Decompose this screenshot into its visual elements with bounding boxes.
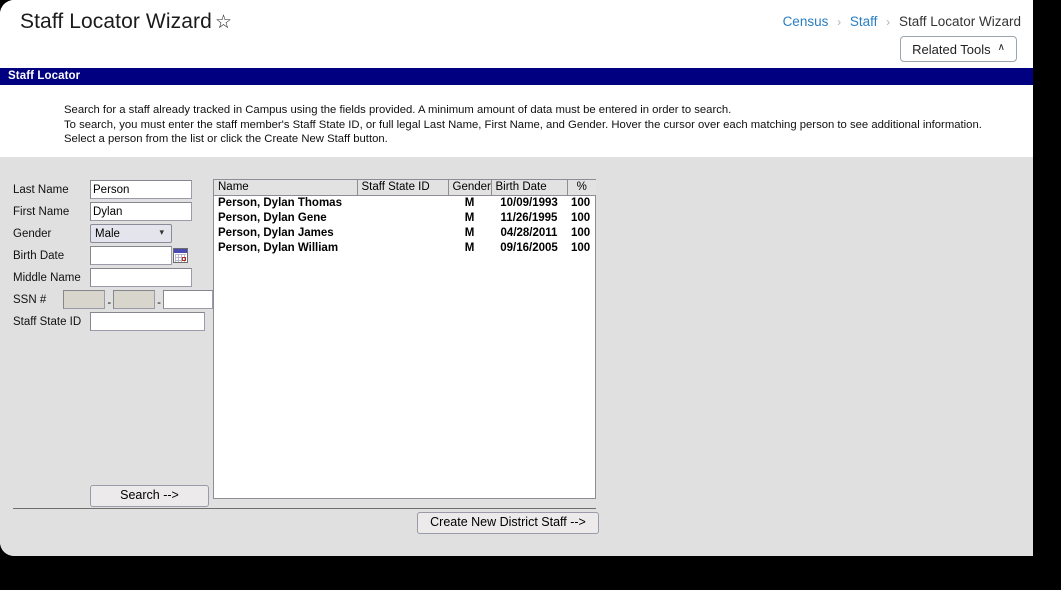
table-row[interactable]: Person, Dylan James M 04/28/2011 100	[214, 226, 596, 241]
cell-birth-date: 09/16/2005	[500, 242, 558, 254]
first-name-label: First Name	[13, 205, 70, 218]
page-header: Staff Locator Wizard ☆ Census › Staff › …	[0, 0, 1033, 68]
related-tools-button[interactable]: Related Tools ∧	[900, 36, 1017, 62]
instructions-line-2: To search, you must enter the staff memb…	[64, 119, 982, 145]
cell-birth-date: 10/09/1993	[500, 197, 558, 209]
column-header-percent[interactable]: %	[567, 180, 596, 196]
middle-name-input[interactable]	[90, 268, 192, 287]
ssn-part-3-input[interactable]	[163, 290, 213, 309]
middle-name-label: Middle Name	[13, 271, 81, 284]
chevron-right-icon: ›	[837, 15, 842, 29]
cell-name: Person, Dylan Gene	[218, 212, 327, 224]
form-row-first-name: First Name	[13, 201, 213, 222]
star-icon[interactable]: ☆	[215, 13, 232, 32]
breadcrumb-item-staff[interactable]: Staff	[850, 14, 878, 29]
form-row-gender: Gender Male ▾	[13, 223, 213, 244]
instructions-line-1: Search for a staff already tracked in Ca…	[64, 104, 732, 116]
application-window: Staff Locator Wizard ☆ Census › Staff › …	[0, 0, 1033, 556]
search-results-panel: Name Staff State ID Gender Birth Date % …	[213, 179, 596, 499]
results-header-row: Name Staff State ID Gender Birth Date %	[214, 180, 596, 196]
ssn-part-1-input	[63, 290, 106, 309]
cell-percent: 100	[571, 242, 591, 254]
ssn-field-group: - -	[63, 290, 213, 309]
form-row-middle-name: Middle Name	[13, 267, 213, 288]
table-row[interactable]: Person, Dylan Gene M 11/26/1995 100	[214, 211, 596, 226]
ssn-separator: -	[157, 296, 161, 309]
breadcrumb: Census › Staff › Staff Locator Wizard	[783, 14, 1021, 29]
table-row[interactable]: Person, Dylan Thomas M 10/09/1993 100	[214, 195, 596, 211]
cell-percent: 100	[571, 197, 591, 209]
form-row-birth-date: Birth Date	[13, 245, 213, 266]
cell-birth-date: 04/28/2011	[500, 227, 558, 239]
cell-name: Person, Dylan Thomas	[218, 197, 342, 209]
cell-percent: 100	[571, 227, 591, 239]
form-row-last-name: Last Name	[13, 179, 213, 200]
column-header-name[interactable]: Name	[214, 180, 358, 196]
column-header-birth-date[interactable]: Birth Date	[491, 180, 568, 196]
related-tools-label: Related Tools	[912, 41, 991, 57]
search-results-table: Name Staff State ID Gender Birth Date % …	[214, 180, 596, 256]
cell-name: Person, Dylan William	[218, 242, 339, 254]
cell-staff-state-id	[357, 226, 448, 241]
calendar-icon[interactable]	[173, 248, 188, 263]
chevron-up-icon: ∧	[997, 42, 1005, 53]
table-row[interactable]: Person, Dylan William M 09/16/2005 100	[214, 241, 596, 256]
staff-state-id-label: Staff State ID	[13, 315, 82, 328]
cell-name: Person, Dylan James	[218, 227, 334, 239]
cell-staff-state-id	[357, 195, 448, 211]
calendar-today-marker	[182, 257, 186, 261]
form-row-staff-state-id: Staff State ID	[13, 311, 213, 332]
gender-select-wrapper: Male ▾	[90, 224, 172, 244]
cell-birth-date: 11/26/1995	[500, 212, 558, 224]
search-button[interactable]: Search -->	[90, 485, 209, 507]
chevron-right-icon: ›	[886, 15, 891, 29]
column-header-gender[interactable]: Gender	[448, 180, 492, 196]
ssn-part-2-input	[113, 290, 156, 309]
cell-staff-state-id	[357, 241, 448, 256]
last-name-label: Last Name	[13, 183, 69, 196]
results-table-body: Person, Dylan Thomas M 10/09/1993 100 Person…	[214, 195, 596, 256]
breadcrumb-item-census[interactable]: Census	[783, 14, 829, 29]
section-title-bar: Staff Locator	[0, 68, 1033, 85]
column-header-staff-state-id[interactable]: Staff State ID	[357, 180, 449, 196]
last-name-input[interactable]	[90, 180, 192, 199]
gender-select[interactable]: Male	[90, 224, 172, 244]
gender-label: Gender	[13, 227, 52, 240]
cell-percent: 100	[571, 212, 591, 224]
birth-date-label: Birth Date	[13, 249, 65, 262]
breadcrumb-item-current: Staff Locator Wizard	[898, 14, 1021, 29]
footer-divider	[13, 508, 596, 509]
staff-search-form: Last Name First Name Gender Male ▾	[13, 179, 213, 333]
body-area: Last Name First Name Gender Male ▾	[0, 157, 1033, 556]
create-new-district-staff-button[interactable]: Create New District Staff -->	[417, 512, 599, 534]
staff-state-id-input[interactable]	[90, 312, 205, 331]
first-name-input[interactable]	[90, 202, 192, 221]
form-row-ssn: SSN # - -	[13, 289, 213, 310]
ssn-label: SSN #	[13, 293, 47, 306]
page-title: Staff Locator Wizard	[20, 10, 212, 33]
cell-gender: M	[464, 197, 475, 209]
cell-gender: M	[464, 227, 475, 239]
screen-root: Staff Locator Wizard ☆ Census › Staff › …	[0, 0, 1061, 590]
cell-staff-state-id	[357, 211, 448, 226]
birth-date-input[interactable]	[90, 246, 172, 265]
ssn-separator: -	[107, 296, 112, 309]
cell-gender: M	[464, 212, 475, 224]
results-table-head: Name Staff State ID Gender Birth Date %	[214, 180, 596, 196]
cell-gender: M	[464, 242, 475, 254]
instructions-block: Search for a staff already tracked in Ca…	[0, 85, 1033, 157]
